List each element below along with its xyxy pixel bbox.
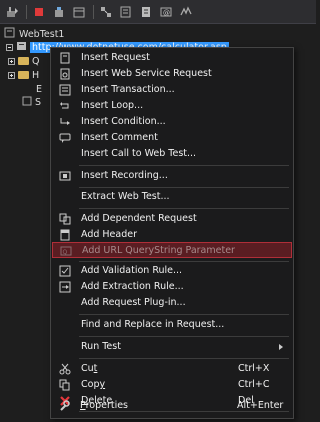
scissors-icon: [58, 362, 72, 376]
stop-record-icon[interactable]: [31, 4, 47, 20]
add-datasource-icon[interactable]: [71, 4, 87, 20]
tree-child-label: H: [32, 69, 40, 81]
menu-shortcut: Alt+Enter: [237, 400, 284, 411]
menu-cut[interactable]: Cut Ctrl+X: [52, 361, 292, 377]
tree-child-label: Q: [32, 55, 40, 67]
menu-add-url-querystring-parameter[interactable]: Q Add URL QueryString Parameter: [52, 242, 292, 258]
expand-icon[interactable]: [8, 57, 15, 65]
tree-child-headers[interactable]: H: [8, 69, 39, 81]
context-menu: Insert Request Insert Web Service Reques…: [50, 47, 294, 419]
menu-item-label: Extract Web Test...: [81, 191, 170, 202]
collapse-icon[interactable]: [6, 43, 13, 51]
menu-item-label: Properties: [80, 400, 129, 411]
menu-properties[interactable]: Properties Alt+Enter: [51, 398, 291, 414]
menu-item-label: Add URL QueryString Parameter: [82, 245, 235, 256]
svg-text:Q: Q: [63, 249, 68, 256]
menu-insert-recording[interactable]: Insert Recording...: [52, 168, 292, 184]
menu-item-label: Add Header: [81, 229, 138, 240]
menu-add-extraction-rule[interactable]: Add Extraction Rule...: [52, 279, 292, 295]
menu-copy[interactable]: Copy Ctrl+C: [52, 377, 292, 393]
menu-item-label: Add Validation Rule...: [81, 265, 183, 276]
transaction-icon: [58, 83, 72, 97]
menu-insert-request[interactable]: Insert Request: [52, 50, 292, 66]
script-node-icon: [22, 96, 32, 109]
toolbar-separator: [93, 4, 94, 19]
menu-separator: [79, 336, 289, 337]
menu-insert-transaction[interactable]: Insert Transaction...: [52, 82, 292, 98]
webtest-icon: [4, 27, 15, 41]
menu-run-test[interactable]: Run Test: [52, 339, 292, 355]
menu-item-label: Find and Replace in Request...: [81, 319, 225, 330]
extraction-rule-icon: [58, 280, 72, 294]
insert-request-icon: [58, 51, 72, 65]
menu-insert-web-service-request[interactable]: Insert Web Service Request: [52, 66, 292, 82]
menu-add-validation-rule[interactable]: Add Validation Rule...: [52, 263, 292, 279]
menu-shortcut: Ctrl+X: [238, 363, 270, 374]
menu-extract-web-test[interactable]: Extract Web Test...: [52, 189, 292, 205]
menu-insert-call-to-web-test[interactable]: Insert Call to Web Test...: [52, 146, 292, 162]
script-icon[interactable]: [138, 4, 154, 20]
credentials-icon[interactable]: @: [158, 4, 174, 20]
menu-item-label: Insert Transaction...: [81, 84, 175, 95]
menu-item-label: Insert Loop...: [81, 100, 144, 111]
menu-shortcut: Ctrl+C: [238, 379, 270, 390]
menu-item-label: Insert Comment: [81, 132, 158, 143]
menu-item-label: Insert Condition...: [81, 116, 166, 127]
menu-insert-comment[interactable]: Insert Comment: [52, 130, 292, 146]
menu-separator: [79, 261, 289, 262]
menu-separator: [79, 358, 289, 359]
menu-item-label: Insert Request: [81, 52, 150, 63]
menu-item-label: Run Test: [81, 341, 121, 352]
add-plugin-icon[interactable]: [51, 4, 67, 20]
recording-icon: [58, 169, 72, 183]
menu-find-and-replace[interactable]: Find and Replace in Request...: [52, 317, 292, 333]
validation-rule-icon: [58, 264, 72, 278]
tree-root-label: WebTest1: [19, 28, 65, 40]
tree-child-label: S: [35, 96, 42, 108]
tree-child-label: E: [36, 83, 43, 95]
folder-icon: [18, 57, 29, 65]
menu-item-label: Insert Web Service Request: [81, 68, 212, 79]
menu-insert-condition[interactable]: Insert Condition...: [52, 114, 292, 130]
menu-insert-loop[interactable]: Insert Loop...: [52, 98, 292, 114]
request-icon: [16, 40, 27, 54]
menu-separator: [79, 208, 289, 209]
copy-icon: [58, 378, 72, 392]
folder-icon: [18, 71, 29, 79]
menu-add-request-plugin[interactable]: Add Request Plug-in...: [52, 295, 292, 311]
toolbar-separator: [26, 4, 27, 19]
tree-child-script[interactable]: S: [22, 96, 41, 108]
header-icon: [58, 228, 72, 242]
toolbar: @: [0, 0, 316, 24]
dependent-request-icon: [58, 212, 72, 226]
condition-icon: [58, 115, 72, 129]
svg-text:@: @: [163, 9, 170, 17]
extract-icon[interactable]: [118, 4, 134, 20]
web-service-icon: [58, 67, 72, 81]
tree-child-extraction[interactable]: E: [36, 83, 42, 95]
menu-item-label: Add Extraction Rule...: [81, 281, 184, 292]
menu-item-label: Cut: [81, 363, 98, 374]
menu-item-label: Add Dependent Request: [81, 213, 197, 224]
menu-add-header[interactable]: Add Header: [52, 227, 292, 243]
parameterize-icon[interactable]: [98, 4, 114, 20]
menu-item-label: Copy: [81, 379, 106, 390]
comment-icon: [58, 131, 72, 145]
menu-item-label: Insert Recording...: [81, 170, 168, 181]
menu-separator: [79, 187, 289, 188]
wrench-icon: [57, 399, 71, 413]
menu-separator: [79, 314, 289, 315]
menu-separator: [79, 165, 289, 166]
tree-root[interactable]: WebTest1: [4, 27, 65, 41]
querystring-parameter-icon: Q: [59, 244, 73, 258]
expand-icon[interactable]: [8, 71, 15, 79]
menu-item-label: Insert Call to Web Test...: [81, 148, 197, 159]
generate-code-icon[interactable]: [178, 4, 194, 20]
tree-child-query[interactable]: Q: [8, 55, 39, 67]
loop-icon: [58, 99, 72, 113]
menu-add-dependent-request[interactable]: Add Dependent Request: [52, 211, 292, 227]
menu-item-label: Add Request Plug-in...: [81, 297, 186, 308]
add-request-icon[interactable]: [4, 4, 20, 20]
submenu-arrow-icon: [279, 344, 283, 350]
